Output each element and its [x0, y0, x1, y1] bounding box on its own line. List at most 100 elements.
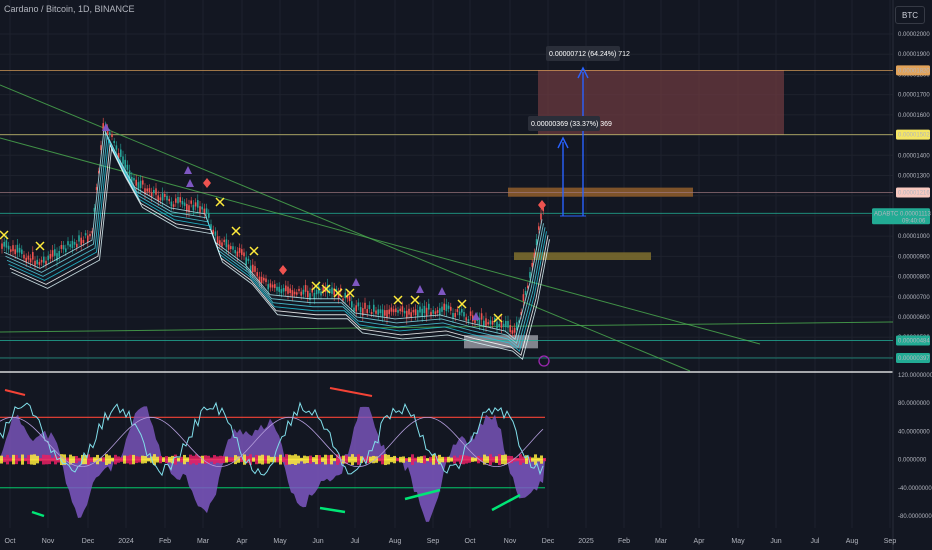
osc-hist-bar [324, 454, 327, 465]
candle-body [175, 198, 177, 203]
candle-body [40, 259, 43, 263]
candle-body [342, 298, 344, 301]
candle-body [82, 239, 85, 243]
osc-tick-label: 0.0000000 [898, 458, 927, 464]
bull-divergence [491, 493, 521, 512]
x-tick-label: May [273, 538, 287, 545]
candle-body [36, 259, 38, 265]
candle-body [296, 292, 298, 295]
osc-hist-bar [390, 456, 393, 463]
osc-tick-label: -40.0000000 [898, 486, 932, 492]
candle-body [485, 318, 487, 326]
candle-body [529, 272, 531, 278]
candle-body [331, 287, 333, 294]
candle-body [355, 305, 357, 312]
osc-hist-bar [45, 454, 48, 465]
candle-body [27, 255, 30, 260]
osc-hist-bar [117, 456, 120, 463]
candle-body [199, 206, 201, 213]
candle-body [208, 213, 210, 218]
osc-hist-bar [168, 456, 171, 463]
y-axis[interactable]: 0.000020000.000019000.000018000.00001700… [872, 32, 932, 520]
candle-body [192, 204, 195, 211]
osc-hist-bar [489, 454, 492, 465]
candle-body [467, 319, 470, 322]
candle-body [421, 308, 423, 317]
osc-hist-bar [486, 456, 489, 463]
candle-body [201, 206, 203, 210]
osc-hist-bar [189, 454, 192, 465]
osc-hist-bar [540, 455, 543, 464]
osc-hist-bar [135, 456, 138, 464]
osc-hist-bar [327, 455, 330, 465]
candle-body [5, 240, 8, 248]
candle-body [401, 306, 404, 312]
candle-body [280, 289, 283, 294]
bull-divergence [319, 506, 346, 514]
osc-hist-bar [183, 454, 186, 465]
osc-hist-bar [357, 454, 360, 465]
candle-body [469, 311, 472, 316]
osc-hist-bar [534, 454, 537, 465]
candle-body [441, 306, 443, 312]
osc-hist-bar [192, 455, 195, 464]
candle-body [313, 292, 316, 300]
currency-badge[interactable]: BTC [895, 6, 925, 24]
osc-hist-bar [309, 455, 312, 464]
x-tick-label: Sep [884, 538, 897, 545]
candle-body [113, 140, 115, 144]
candle-body [487, 322, 489, 325]
osc-hist-bar [207, 455, 210, 464]
candle-body [34, 260, 36, 266]
osc-hist-bar [504, 454, 507, 465]
candle-body [375, 310, 377, 314]
candle-body [10, 249, 12, 252]
x-tick-label: Jun [312, 538, 323, 545]
candle-body [7, 245, 10, 250]
candle-body [278, 286, 280, 292]
x-tick-label: Dec [542, 538, 555, 545]
osc-hist-bar [258, 455, 261, 464]
osc-hist-bar [222, 456, 225, 464]
x-axis[interactable]: Oct Nov Dec 2024 Feb Mar Apr May Jun Jul Aug Sep Oct… [5, 538, 897, 545]
candle-body [260, 276, 263, 284]
price-label: 0.00001216 [898, 190, 930, 196]
osc-hist-bar [105, 454, 108, 466]
candle-body [159, 197, 162, 201]
osc-hist-bar [348, 456, 351, 463]
osc-hist-bar [279, 454, 282, 465]
candle-body [507, 320, 509, 328]
candle-body [32, 252, 34, 260]
candle-body [194, 202, 197, 207]
osc-hist-bar [393, 455, 396, 464]
osc-hist-bar [225, 456, 228, 463]
candle-body [172, 204, 175, 207]
osc-hist-bar [492, 456, 495, 463]
candle-body [69, 244, 71, 247]
candle-body [29, 258, 32, 263]
osc-hist-bar [543, 457, 546, 462]
x-marker [35, 241, 45, 251]
chart-canvas[interactable]: 0.00000712 (64.24%) 712 0.00000369 (33.37… [0, 0, 932, 550]
diamond-marker [538, 200, 546, 210]
osc-hist-bar [159, 455, 162, 464]
candle-body [540, 213, 542, 220]
candle-body [351, 301, 353, 308]
candle-body [386, 310, 388, 319]
osc-hist-bar [174, 454, 177, 465]
candle-body [256, 272, 258, 277]
candle-body [120, 149, 122, 157]
y-tick-label: 0.00002000 [898, 32, 930, 38]
price-label: ADABTC 0.00001113 [874, 211, 931, 217]
osc-hist-bar [411, 454, 414, 465]
candle-body [357, 302, 360, 307]
candle-body [109, 132, 111, 135]
candle-body [179, 197, 181, 203]
osc-hist-bar [162, 457, 165, 462]
candle-body [73, 241, 76, 245]
triangle-marker [184, 166, 192, 174]
candle-body [170, 201, 173, 207]
osc-hist-bar [24, 458, 27, 462]
osc-hist-bar [402, 456, 405, 463]
osc-hist-bar [516, 457, 519, 462]
